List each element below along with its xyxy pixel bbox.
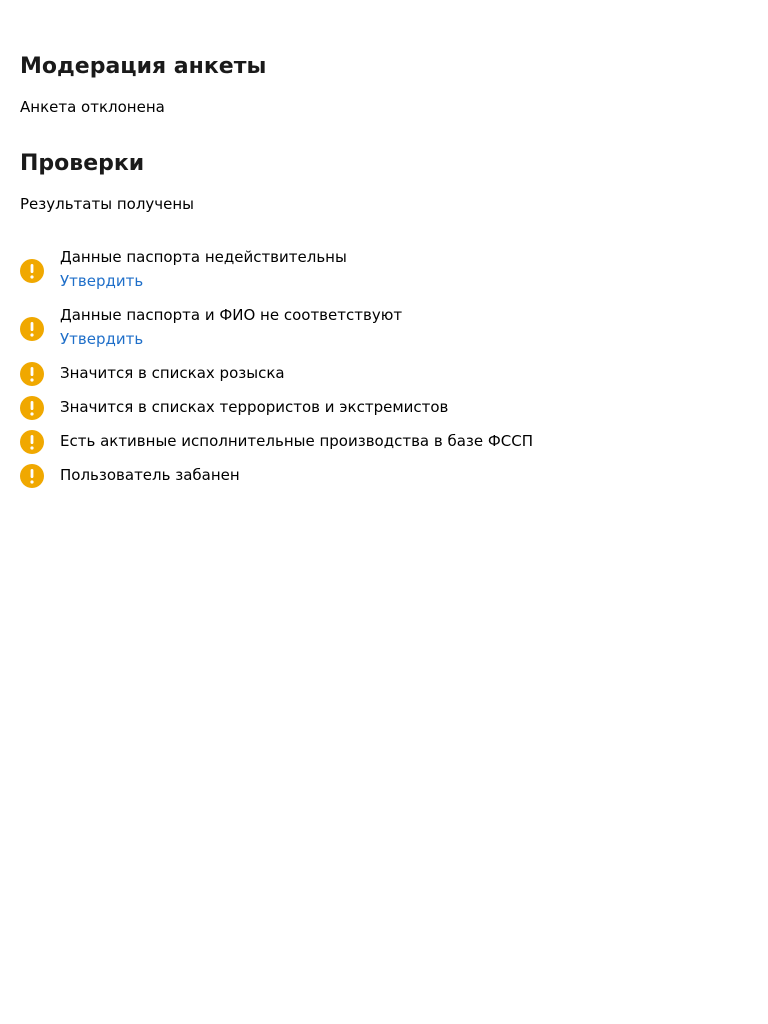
check-text: Данные паспорта недействительны <box>60 248 347 266</box>
check-text: Значится в списках террористов и экстрем… <box>60 398 449 416</box>
checks-title: Проверки <box>20 151 145 176</box>
approve-link[interactable]: Утвердить <box>60 329 143 349</box>
moderation-title: Модерация анкеты <box>20 54 267 79</box>
moderation-status: Анкета отклонена <box>20 98 165 116</box>
warning-icon <box>20 259 44 283</box>
check-text: Значится в списках розыска <box>60 364 285 382</box>
warning-icon <box>20 430 44 454</box>
checks-status: Результаты получены <box>20 195 195 213</box>
warning-icon <box>20 362 44 386</box>
warning-icon <box>20 464 44 488</box>
warning-icon <box>20 317 44 341</box>
check-text: Данные паспорта и ФИО не соответствуют <box>60 306 403 324</box>
check-text: Пользователь забанен <box>60 466 240 484</box>
warning-icon <box>20 396 44 420</box>
check-text: Есть активные исполнительные производств… <box>60 432 534 450</box>
approve-link[interactable]: Утвердить <box>60 271 143 291</box>
